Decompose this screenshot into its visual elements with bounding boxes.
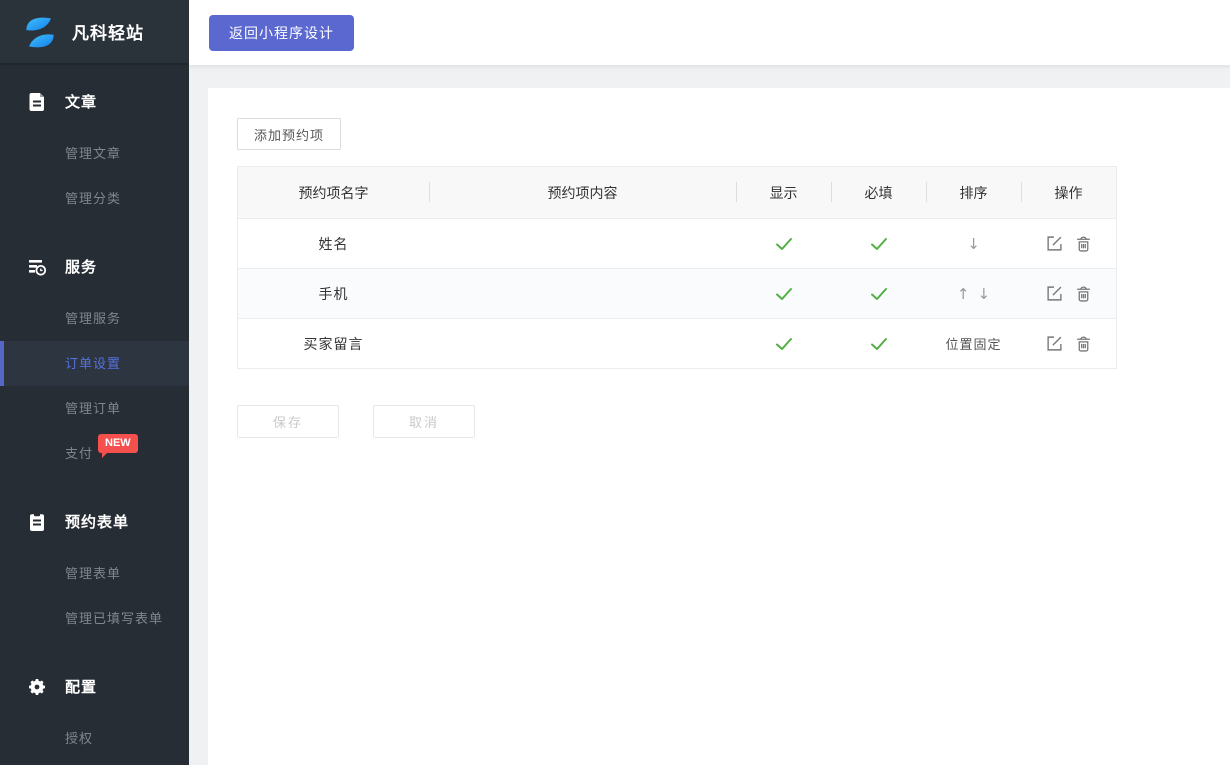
cell-show [736,219,831,268]
add-booking-item-button[interactable]: 添加预约项 [237,118,341,150]
table-header-row: 预约项名字 预约项内容 显示 必填 排序 操作 [238,167,1116,218]
check-icon [870,287,888,301]
col-header-item-name: 预约项名字 [238,167,429,218]
delete-icon[interactable] [1075,235,1092,252]
logo-area: 凡科轻站 [0,0,189,65]
check-icon [775,337,793,351]
app-title: 凡科轻站 [72,19,144,44]
sidebar-item-authorization[interactable]: 授权 [0,716,189,761]
check-icon [775,237,793,251]
service-icon [27,257,47,277]
col-header-required: 必填 [831,167,926,218]
cell-operations [1021,219,1116,268]
check-icon [870,337,888,351]
back-to-miniprogram-button[interactable]: 返回小程序设计 [209,15,354,51]
content-panel: 添加预约项 预约项名字 预约项内容 显示 必填 排序 操作 姓名 ↓ [208,88,1230,765]
cell-show [736,269,831,318]
cell-show [736,319,831,368]
cell-item-name: 手机 [238,269,429,318]
col-header-sort: 排序 [926,167,1021,218]
cell-item-content [429,269,736,318]
col-header-show: 显示 [736,167,831,218]
sidebar-item-manage-categories[interactable]: 管理分类 [0,176,189,221]
form-actions: 保存 取消 [237,405,1230,438]
section-label: 服务 [65,256,97,277]
sidebar-item-manage-articles[interactable]: 管理文章 [0,131,189,176]
cell-item-name: 买家留言 [238,319,429,368]
new-badge: NEW [98,434,138,453]
table-row: 姓名 ↓ [238,218,1116,268]
article-icon [27,92,47,112]
sort-down-icon[interactable]: ↓ [963,235,984,253]
sidebar-section-header-config[interactable]: 配置 [0,664,189,709]
sidebar-section-header-articles[interactable]: 文章 [0,79,189,124]
sidebar-nav: 文章 管理文章 管理分类 服务 管理服务 订单设置 管理订单 支付 [0,65,189,761]
sidebar-section-services: 服务 管理服务 订单设置 管理订单 支付 NEW [0,244,189,476]
cell-required [831,219,926,268]
form-icon [27,512,47,532]
sort-up-icon[interactable]: ↑ [953,285,974,303]
edit-icon[interactable] [1046,235,1063,252]
sort-fixed-label: 位置固定 [945,334,1001,353]
check-icon [870,237,888,251]
sidebar-section-header-services[interactable]: 服务 [0,244,189,289]
delete-icon[interactable] [1075,335,1092,352]
section-label: 配置 [65,676,97,697]
cell-item-content [429,319,736,368]
cell-operations [1021,319,1116,368]
cell-item-content [429,219,736,268]
sidebar-item-payment-label: 支付 [65,446,93,461]
sidebar-item-payment[interactable]: 支付 NEW [0,431,189,476]
col-header-item-content: 预约项内容 [429,167,736,218]
table-row: 买家留言 位置固定 [238,318,1116,368]
sidebar-section-config: 配置 授权 [0,664,189,761]
cell-item-name: 姓名 [238,219,429,268]
sidebar-section-articles: 文章 管理文章 管理分类 [0,79,189,221]
sidebar-item-manage-submitted-forms[interactable]: 管理已填写表单 [0,596,189,641]
col-header-operations: 操作 [1021,167,1116,218]
sidebar: 凡科轻站 文章 管理文章 管理分类 [0,0,189,765]
section-label: 预约表单 [65,511,129,532]
booking-items-table: 预约项名字 预约项内容 显示 必填 排序 操作 姓名 ↓ [237,166,1117,369]
edit-icon[interactable] [1046,285,1063,302]
sidebar-section-booking-forms: 预约表单 管理表单 管理已填写表单 [0,499,189,641]
cell-required [831,319,926,368]
topbar: 返回小程序设计 [189,0,1230,65]
sidebar-item-manage-services[interactable]: 管理服务 [0,296,189,341]
table-row: 手机 ↑ ↓ [238,268,1116,318]
brand-logo-icon [20,12,60,52]
cell-sort: ↓ [926,219,1021,268]
delete-icon[interactable] [1075,285,1092,302]
cell-operations [1021,269,1116,318]
save-button[interactable]: 保存 [237,405,339,438]
sidebar-item-order-settings[interactable]: 订单设置 [0,341,189,386]
check-icon [775,287,793,301]
edit-icon[interactable] [1046,335,1063,352]
gear-icon [27,677,47,697]
cell-required [831,269,926,318]
sidebar-item-manage-forms[interactable]: 管理表单 [0,551,189,596]
cancel-button[interactable]: 取消 [373,405,475,438]
sidebar-item-manage-orders[interactable]: 管理订单 [0,386,189,431]
cell-sort: 位置固定 [926,319,1021,368]
section-label: 文章 [65,91,97,112]
cell-sort: ↑ ↓ [926,269,1021,318]
sidebar-section-header-booking-forms[interactable]: 预约表单 [0,499,189,544]
sort-down-icon[interactable]: ↓ [974,285,995,303]
